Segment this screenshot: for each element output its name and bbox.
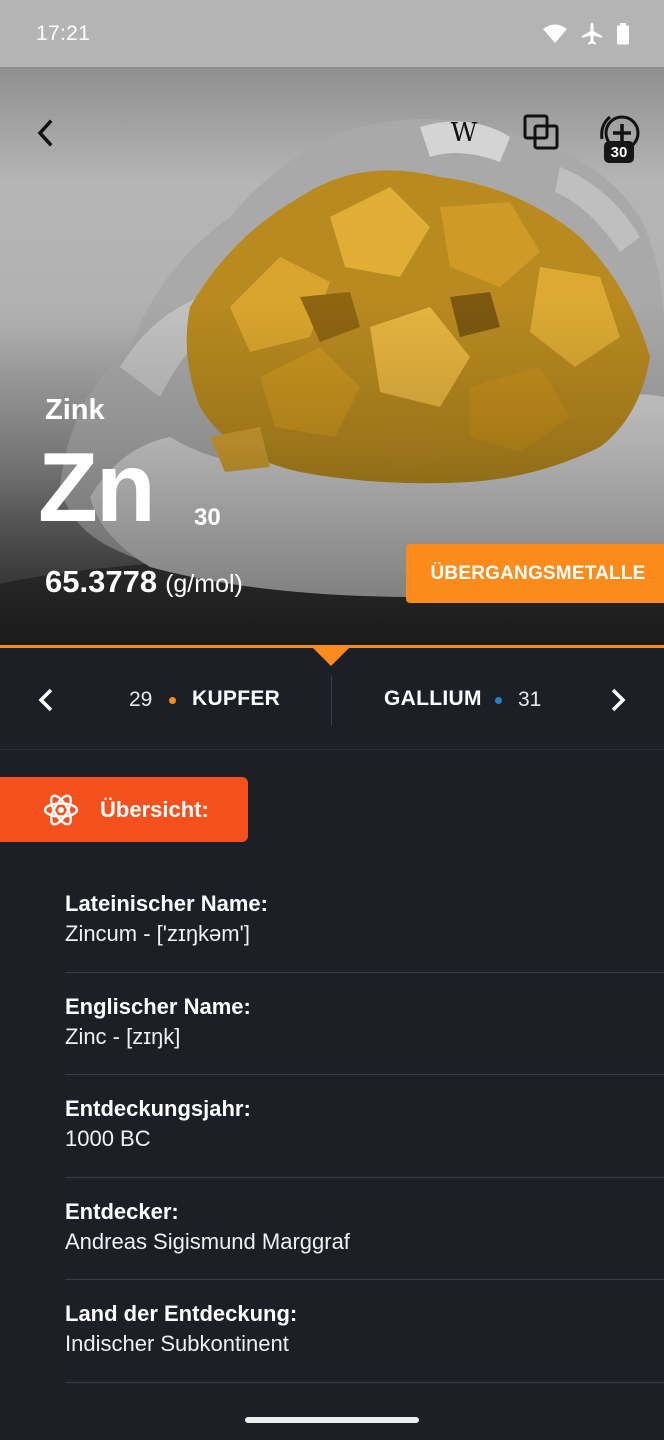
detail-english-name: Englischer Name: Zinc - [zɪŋk] xyxy=(65,973,664,1075)
detail-discovery-country: Land der Entdeckung: Indischer Subkontin… xyxy=(65,1280,664,1383)
detail-label: Entdeckungsjahr: xyxy=(65,1096,251,1121)
atomic-mass-unit: (g/mol) xyxy=(165,570,243,598)
atomic-number: 30 xyxy=(194,504,221,531)
status-time: 17:21 xyxy=(36,21,91,45)
next-element-number: 31 xyxy=(518,688,542,711)
prev-element-dot xyxy=(169,697,176,704)
back-button[interactable] xyxy=(22,109,70,157)
element-hero: W 30 Zink Zn 30 65.3778 (g/mol) ÜBERGANG… xyxy=(0,67,664,646)
detail-value: Zincum - ['zɪŋkəm'] xyxy=(65,921,250,946)
wikipedia-icon: W xyxy=(450,118,478,148)
compare-button[interactable] xyxy=(516,107,566,157)
detail-label: Entdecker: xyxy=(65,1198,179,1224)
detail-label: Englischer Name: xyxy=(65,993,251,1019)
detail-discoverer: Entdecker: Andreas Sigismund Marggraf xyxy=(65,1178,664,1280)
element-symbol: Zn xyxy=(38,432,156,542)
atomic-mass: 65.3778 (g/mol) xyxy=(45,564,243,600)
wikipedia-button[interactable]: W xyxy=(440,109,488,157)
detail-value: Andreas Sigismund Marggraf xyxy=(65,1228,350,1254)
airplane-icon xyxy=(580,22,604,46)
compare-icon xyxy=(523,114,559,150)
home-indicator[interactable] xyxy=(245,1417,419,1423)
element-navigation: 29 KUPFER GALLIUM 31 xyxy=(0,650,664,750)
next-element-name: GALLIUM xyxy=(384,687,482,710)
detail-value: Indischer Subkontinent xyxy=(65,1331,289,1356)
detail-value: 1000 BC xyxy=(65,1126,151,1151)
detail-label: Land der Entdeckung: xyxy=(65,1301,298,1326)
chevron-left-icon xyxy=(38,688,53,712)
back-arrow-icon xyxy=(37,119,53,147)
element-details: Lateinischer Name: Zincum - ['zɪŋkəm'] E… xyxy=(65,870,664,1383)
chevron-right-icon xyxy=(611,688,626,712)
detail-value: Zinc - [zɪŋk] xyxy=(65,1023,181,1049)
status-bar: 17:21 xyxy=(0,0,664,67)
compare-count-badge: 30 xyxy=(604,141,634,163)
wifi-icon xyxy=(542,24,568,44)
element-name: Zink xyxy=(45,394,105,426)
category-badge[interactable]: ÜBERGANGSMETALLE xyxy=(406,544,664,603)
atomic-mass-value: 65.3778 xyxy=(45,564,158,599)
battery-icon xyxy=(616,22,630,45)
section-tab-overview[interactable]: Übersicht: xyxy=(0,777,248,842)
prev-element-name: KUPFER xyxy=(192,687,281,710)
detail-latin-name: Lateinischer Name: Zincum - ['zɪŋkəm'] xyxy=(65,870,664,973)
atom-icon xyxy=(43,794,79,826)
prev-element-number: 29 xyxy=(129,688,153,711)
detail-discovery-year: Entdeckungsjahr: 1000 BC xyxy=(65,1075,664,1178)
section-label: Übersicht: xyxy=(100,797,209,822)
next-element-dot xyxy=(495,697,502,704)
next-element-button[interactable]: GALLIUM 31 xyxy=(332,650,664,750)
detail-label: Lateinischer Name: xyxy=(65,891,268,916)
prev-element-button[interactable]: 29 KUPFER xyxy=(0,650,331,750)
status-icons xyxy=(542,22,630,46)
